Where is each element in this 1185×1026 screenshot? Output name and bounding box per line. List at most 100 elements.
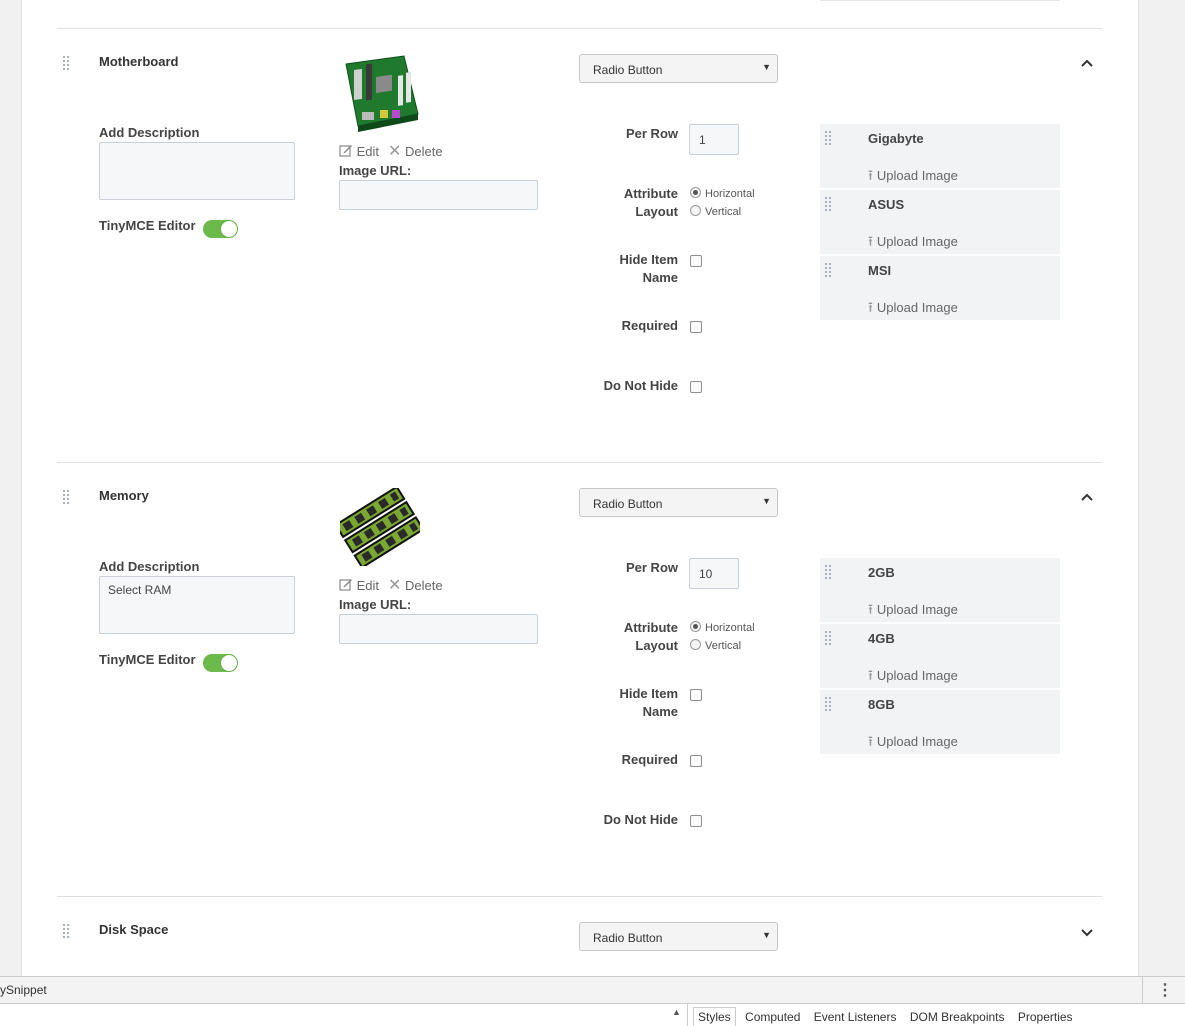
devtools-tabs: Styles Computed Event Listeners DOM Brea… xyxy=(693,1007,1079,1026)
option-name: ASUS xyxy=(868,197,905,212)
previous-option-box xyxy=(820,0,1060,1)
upload-arrow-icon: ⭱ xyxy=(868,733,873,749)
required-label: Required xyxy=(621,318,678,333)
per-row-label-wrap: Per Row xyxy=(582,559,678,579)
required-checkbox[interactable] xyxy=(690,755,702,767)
memory-ram-image xyxy=(340,488,420,566)
type-select[interactable]: Radio Button ▼ xyxy=(579,922,778,951)
drag-handle-icon[interactable] xyxy=(824,696,832,712)
delete-link[interactable]: ✕ Delete xyxy=(388,578,443,594)
upload-image-button[interactable]: ⭱ Upload Image xyxy=(868,297,958,321)
hide-item-name-checkbox[interactable] xyxy=(690,689,702,701)
type-select-value: Radio Button xyxy=(593,497,663,511)
per-row-label-wrap: Per Row xyxy=(582,125,678,145)
upload-image-button[interactable]: ⭱ Upload Image xyxy=(868,731,958,755)
caret-up-icon[interactable]: ▲ xyxy=(672,1007,681,1017)
divider xyxy=(687,1004,688,1026)
required-label-wrap: Required xyxy=(582,751,678,771)
add-description-label: Add Description xyxy=(99,559,200,574)
drag-handle-icon[interactable] xyxy=(62,489,70,505)
do-not-hide-label: Do Not Hide xyxy=(603,812,678,827)
add-description-label: Add Description xyxy=(99,125,200,140)
do-not-hide-checkbox[interactable] xyxy=(690,381,702,393)
required-checkbox[interactable] xyxy=(690,321,702,333)
drag-handle-icon[interactable] xyxy=(824,196,832,212)
attribute-layout-label-line1: Attribute xyxy=(623,186,678,201)
drag-handle-icon[interactable] xyxy=(824,262,832,278)
type-select[interactable]: Radio Button ▼ xyxy=(579,54,778,83)
edit-link[interactable]: Edit xyxy=(339,578,379,593)
description-textarea[interactable] xyxy=(99,142,295,200)
chevron-up-icon[interactable] xyxy=(1079,56,1095,72)
devtools-top-bar: ySnippet ⋮ xyxy=(0,977,1185,1004)
hide-item-label-line2: Name xyxy=(642,270,678,285)
do-not-hide-checkbox[interactable] xyxy=(690,815,702,827)
upload-image-button[interactable]: ⭱ Upload Image xyxy=(868,165,958,189)
drag-handle-icon[interactable] xyxy=(62,55,70,71)
edit-label: Edit xyxy=(356,144,380,159)
attributes-panel: Motherboard Add Description TinyMCE Edit… xyxy=(21,0,1139,976)
option-name: 8GB xyxy=(868,697,895,712)
tinymce-toggle[interactable] xyxy=(203,220,238,238)
horizontal-label: Horizontal xyxy=(705,622,755,634)
tab-styles[interactable]: Styles xyxy=(693,1007,736,1026)
vertical-label: Vertical xyxy=(705,206,742,218)
edit-icon xyxy=(339,579,352,591)
hide-item-label-wrap: Hide Item Name xyxy=(582,251,678,291)
hide-item-name-checkbox[interactable] xyxy=(690,255,702,267)
chevron-down-icon[interactable] xyxy=(1079,924,1095,940)
option-name: 2GB xyxy=(868,565,895,580)
more-vertical-icon[interactable]: ⋮ xyxy=(1157,980,1173,1000)
tinymce-label: TinyMCE Editor xyxy=(99,218,196,233)
motherboard-image xyxy=(345,55,419,132)
drag-handle-icon[interactable] xyxy=(824,564,832,580)
per-row-input[interactable]: 10 xyxy=(689,558,739,589)
image-url-input[interactable] xyxy=(339,180,538,210)
layout-vertical-radio[interactable] xyxy=(690,639,701,650)
do-not-hide-label-wrap: Do Not Hide xyxy=(562,811,678,831)
upload-image-button[interactable]: ⭱ Upload Image xyxy=(868,599,958,623)
upload-arrow-icon: ⭱ xyxy=(868,667,873,683)
delete-label: Delete xyxy=(405,578,443,593)
snippet-label[interactable]: ySnippet xyxy=(0,983,47,997)
tab-computed[interactable]: Computed xyxy=(741,1008,804,1026)
type-select[interactable]: Radio Button ▼ xyxy=(579,488,778,517)
drag-handle-icon[interactable] xyxy=(824,130,832,146)
tinymce-label: TinyMCE Editor xyxy=(99,652,196,667)
drag-handle-icon[interactable] xyxy=(62,923,70,939)
option-name: Gigabyte xyxy=(868,131,924,146)
section-divider xyxy=(57,28,1102,29)
hide-item-label-line1: Hide Item xyxy=(619,686,678,701)
image-url-input[interactable] xyxy=(339,614,538,644)
tinymce-toggle[interactable] xyxy=(203,654,238,672)
section-divider xyxy=(57,462,1102,463)
edit-icon xyxy=(339,145,352,157)
upload-image-label: Upload Image xyxy=(876,602,958,617)
required-label-wrap: Required xyxy=(582,317,678,337)
drag-handle-icon[interactable] xyxy=(824,630,832,646)
per-row-input[interactable]: 1 xyxy=(689,124,739,155)
option-item: 2GB ⭱ Upload Image xyxy=(820,558,1060,622)
upload-image-button[interactable]: ⭱ Upload Image xyxy=(868,231,958,255)
delete-link[interactable]: ✕ Delete xyxy=(388,143,443,160)
edit-link[interactable]: Edit xyxy=(339,144,379,159)
attribute-layout-label-line2: Layout xyxy=(635,204,678,219)
chevron-up-icon[interactable] xyxy=(1079,490,1095,506)
option-name: 4GB xyxy=(868,631,895,646)
divider xyxy=(1142,977,1143,1003)
caret-down-icon: ▼ xyxy=(762,62,771,72)
layout-horizontal-radio[interactable] xyxy=(690,187,701,198)
per-row-label: Per Row xyxy=(625,126,678,141)
upload-arrow-icon: ⭱ xyxy=(868,233,873,249)
section-title: Memory xyxy=(99,488,149,503)
description-textarea[interactable]: Select RAM xyxy=(99,576,295,634)
do-not-hide-label: Do Not Hide xyxy=(603,378,678,393)
tab-properties[interactable]: Properties xyxy=(1014,1008,1077,1026)
tab-event-listeners[interactable]: Event Listeners xyxy=(810,1008,901,1026)
layout-vertical-radio[interactable] xyxy=(690,205,701,216)
upload-image-button[interactable]: ⭱ Upload Image xyxy=(868,665,958,689)
layout-horizontal-radio[interactable] xyxy=(690,621,701,632)
tab-dom-breakpoints[interactable]: DOM Breakpoints xyxy=(906,1008,1009,1026)
section-title: Motherboard xyxy=(99,54,179,69)
delete-x-icon: ✕ xyxy=(388,143,402,160)
